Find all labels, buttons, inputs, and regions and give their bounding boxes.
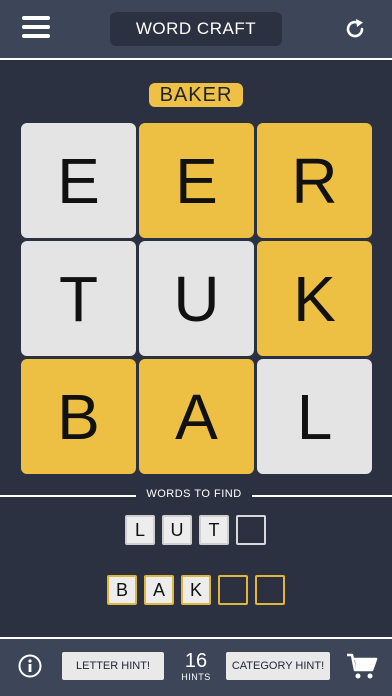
letter-tile[interactable]: B: [21, 359, 136, 474]
refresh-icon[interactable]: [342, 16, 368, 42]
word-slot-empty: [236, 515, 266, 545]
current-word-badge: BAKER: [149, 83, 243, 107]
words-to-find-label: WORDS TO FIND: [146, 488, 242, 500]
word-slot-empty: [218, 575, 248, 605]
letter-tile[interactable]: E: [139, 123, 254, 238]
cart-icon[interactable]: [346, 652, 378, 680]
letter-hint-button[interactable]: LETTER HINT!: [62, 652, 164, 680]
letter-tile[interactable]: E: [21, 123, 136, 238]
word-slot-empty: [255, 575, 285, 605]
category-hint-button[interactable]: CATEGORY HINT!: [226, 652, 330, 680]
divider-right: [252, 495, 392, 497]
word-slot: U: [162, 515, 192, 545]
divider-left: [0, 495, 136, 497]
app-title: WORD CRAFT: [110, 12, 282, 46]
word-slot: L: [125, 515, 155, 545]
letter-tile[interactable]: L: [257, 359, 372, 474]
hints-count: 16: [184, 650, 208, 672]
hamburger-icon[interactable]: [22, 16, 50, 42]
letter-tile[interactable]: U: [139, 241, 254, 356]
info-icon[interactable]: [18, 654, 42, 678]
letter-tile[interactable]: R: [257, 123, 372, 238]
word-slot: B: [107, 575, 137, 605]
word-slot: A: [144, 575, 174, 605]
hints-label: HINTS: [181, 672, 211, 682]
letter-tile[interactable]: T: [21, 241, 136, 356]
letter-tile[interactable]: A: [139, 359, 254, 474]
letter-tile[interactable]: K: [257, 241, 372, 356]
letter-grid: E E R T U K B A L: [21, 123, 373, 475]
word-slot: T: [199, 515, 229, 545]
top-divider: [0, 58, 392, 60]
word-slot: K: [181, 575, 211, 605]
